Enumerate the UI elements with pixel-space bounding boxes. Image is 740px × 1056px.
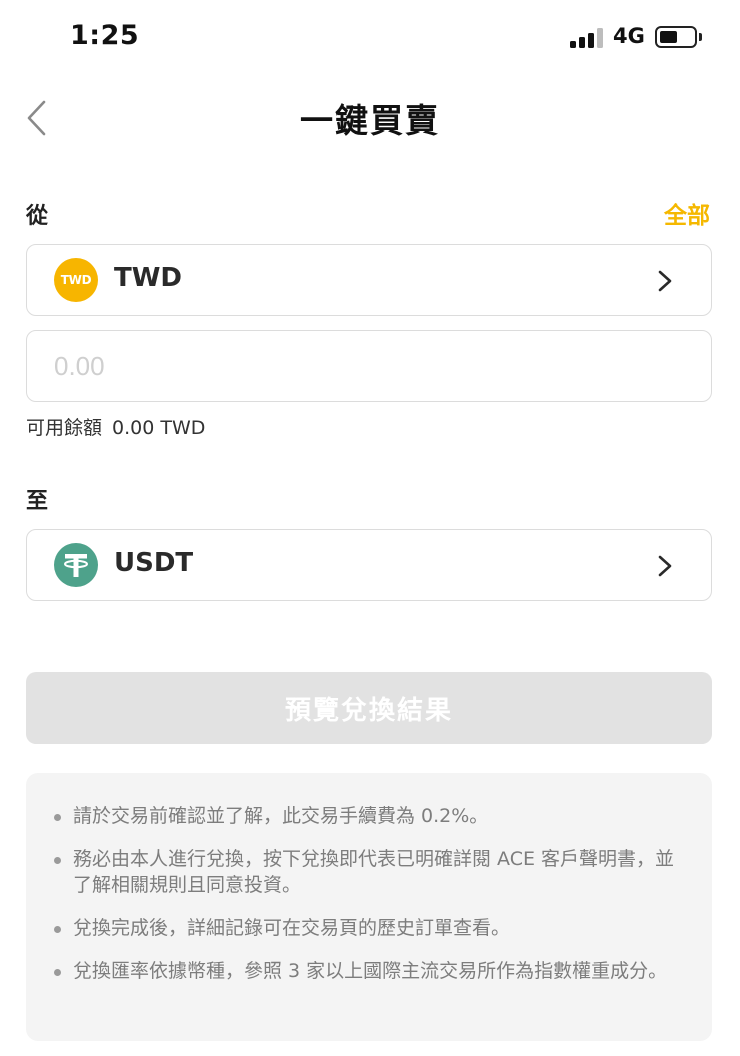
chevron-right-icon <box>658 555 672 577</box>
balance-label: 可用餘額 <box>26 417 103 439</box>
note-item: 兌換匯率依據幣種，參照 3 家以上國際主流交易所作為指數權重成分。 <box>54 958 682 984</box>
to-currency-selector[interactable]: USDT <box>26 529 712 601</box>
status-time: 1:25 <box>70 20 140 51</box>
from-currency-code: TWD <box>114 263 182 293</box>
battery-icon <box>655 26 697 48</box>
from-currency-selector[interactable]: TWD TWD <box>26 244 712 316</box>
page-title: 一鍵買賣 <box>300 101 440 140</box>
note-item: 務必由本人進行兌換，按下兌換即代表已明確詳閱 ACE 客戶聲明書，並了解相關規則… <box>54 846 682 898</box>
tether-icon <box>54 543 98 587</box>
balance-value: 0.00 TWD <box>112 417 206 439</box>
signal-icon <box>570 28 604 48</box>
to-label: 至 <box>26 489 49 514</box>
available-balance: 可用餘額 0.00 TWD <box>26 413 215 440</box>
notes-panel: 請於交易前確認並了解，此交易手續費為 0.2%。 務必由本人進行兌換，按下兌換即… <box>26 773 712 1041</box>
chevron-right-icon <box>658 270 672 292</box>
amount-input[interactable] <box>26 330 712 402</box>
all-amount-button[interactable]: 全部 <box>664 196 710 230</box>
status-bar: 1:25 4G <box>0 0 740 78</box>
note-item: 兌換完成後，詳細記錄可在交易頁的歷史訂單查看。 <box>54 915 682 941</box>
network-label: 4G <box>613 24 645 48</box>
from-label: 從 <box>26 204 49 229</box>
battery-tip <box>699 33 702 41</box>
to-currency-code: USDT <box>114 548 194 578</box>
twd-coin-icon: TWD <box>54 258 98 302</box>
note-item: 請於交易前確認並了解，此交易手續費為 0.2%。 <box>54 803 682 829</box>
preview-exchange-button[interactable]: 預覽兌換結果 <box>26 672 712 744</box>
